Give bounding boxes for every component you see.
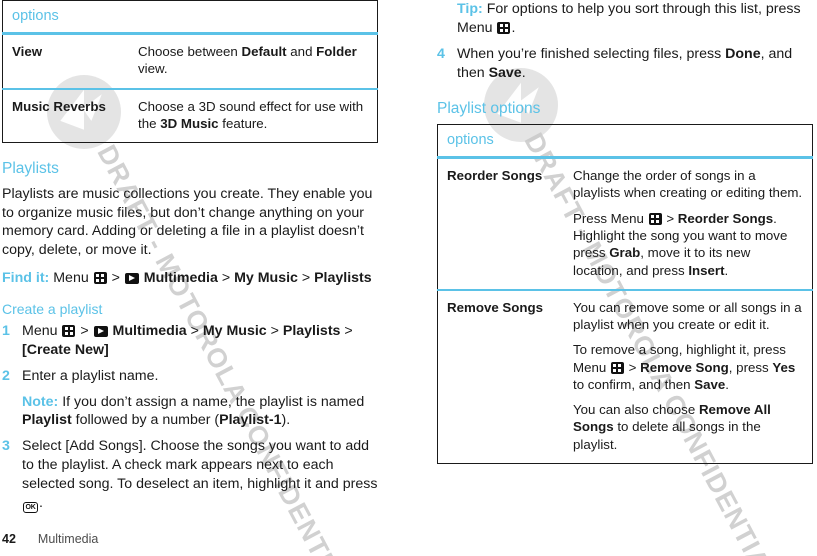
option-description: You can remove some or all songs in a pl… <box>564 288 813 464</box>
emphasis-text: Playlists <box>282 322 341 339</box>
emphasis-text: Multimedia <box>139 270 218 287</box>
option-description-paragraph: Choose between Default and Folder view. <box>138 44 357 77</box>
page-title: Playlists <box>2 160 59 178</box>
emphasis-text: Insert <box>688 262 725 278</box>
emphasis-text: Yes <box>772 359 796 375</box>
emphasis-text: Folder <box>316 44 357 59</box>
list-item: 4 When you’re finished selecting files, … <box>437 45 813 83</box>
table-row: Remove Songs You can remove some or all … <box>437 288 813 464</box>
emphasis-text: Remove All Songs <box>573 402 771 435</box>
emphasis-text: Multimedia <box>108 322 187 339</box>
option-description-paragraph: To remove a song, highlight it, press Me… <box>573 342 796 392</box>
step-note: Note: If you don’t assign a name, the pl… <box>22 393 365 429</box>
step-text: Menu > Multimedia > My Music > Playlists… <box>22 322 353 358</box>
multimedia-play-icon <box>93 325 108 337</box>
list-item: 2 Enter a playlist name. Note: If you do… <box>2 367 378 431</box>
table-row: View Choose between Default and Folder v… <box>3 34 378 89</box>
menu-key-icon <box>497 21 511 34</box>
tip-label: Tip: <box>457 1 483 17</box>
option-term: Remove Songs <box>437 288 564 464</box>
option-term: Reorder Songs <box>447 168 543 184</box>
emphasis-text: Save <box>694 376 726 392</box>
create-playlist-steps-continued: 4 When you’re finished selecting files, … <box>437 45 813 83</box>
step-number: 4 <box>437 45 445 62</box>
emphasis-text: 3D Music <box>160 115 219 131</box>
emphasis-text: My Music <box>234 270 298 287</box>
option-term: View <box>12 44 43 59</box>
option-description: Change the order of songs in a playlists… <box>564 158 813 290</box>
table-caption-row: options <box>2 0 378 35</box>
emphasis-text: Remove Song <box>640 359 729 375</box>
find-it-path: Find it: Menu > Multimedia > My Music > … <box>2 269 378 288</box>
table-caption: options <box>12 8 59 24</box>
emphasis-text: Playlist <box>22 412 72 429</box>
step-text: Select [Add Songs]. Choose the songs you… <box>22 438 378 513</box>
find-it-steps: Menu > Multimedia > My Music > Playlists <box>53 270 372 287</box>
find-it-label: Find it: <box>2 270 50 287</box>
multimedia-play-icon <box>124 273 139 285</box>
page-number: 42 <box>2 532 16 546</box>
option-description: Choose a 3D sound effect for use with th… <box>129 87 378 143</box>
option-description-paragraph: You can remove some or all songs in a pl… <box>573 299 802 333</box>
emphasis-text: Playlists <box>314 270 372 287</box>
step-text: Enter a playlist name. <box>22 367 159 384</box>
emphasis-text: Reorder Songs <box>677 210 774 226</box>
table-caption: options <box>447 132 494 149</box>
option-description-paragraph: Press Menu > Reorder Songs. Highlight th… <box>573 210 788 278</box>
music-options-table: options View Choose between Default and … <box>2 0 378 144</box>
option-description-paragraph: Change the order of songs in a playlists… <box>573 168 803 201</box>
tip-block: Tip: For options to help you sort throug… <box>457 0 813 38</box>
chapter-name: Multimedia <box>37 532 99 546</box>
menu-key-icon <box>648 212 662 225</box>
ok-key-icon: OK <box>23 501 38 513</box>
create-playlist-heading: Create a playlist <box>2 301 103 318</box>
step-number: 3 <box>2 438 10 455</box>
create-playlist-steps: 1 Menu > Multimedia > My Music > Playlis… <box>2 322 378 513</box>
table-row: Music Reverbs Choose a 3D sound effect f… <box>2 87 378 143</box>
page-footer: 42 Multimedia <box>2 532 98 546</box>
menu-key-icon <box>610 361 624 374</box>
list-item: 1 Menu > Multimedia > My Music > Playlis… <box>2 322 378 360</box>
playlist-options-heading: Playlist options <box>437 99 541 117</box>
emphasis-text: Playlist-1 <box>219 412 282 429</box>
step-number: 2 <box>2 367 10 384</box>
table-row: Reorder Songs Change the order of songs … <box>438 158 813 290</box>
step-text: When you’re finished selecting files, pr… <box>457 45 793 81</box>
option-description-paragraph: Choose a 3D sound effect for use with th… <box>138 98 364 131</box>
playlist-options-table: options Reorder Songs Change the order o… <box>437 124 813 465</box>
option-description-paragraph: You can also choose Remove All Songs to … <box>573 402 771 452</box>
menu-key-icon <box>62 324 76 337</box>
emphasis-text: [Create New] <box>22 341 109 358</box>
list-item: 3 Select [Add Songs]. Choose the songs y… <box>2 437 378 513</box>
note-label: Note: <box>22 393 59 410</box>
table-caption-row: options <box>437 124 813 160</box>
playlists-intro-paragraph: Playlists are music collections you crea… <box>2 185 373 259</box>
emphasis-text: My Music <box>202 322 267 339</box>
option-description: Choose between Default and Folder view. <box>129 34 378 89</box>
right-column: Tip: For options to help you sort throug… <box>437 0 813 465</box>
tip-text: For options to help you sort through thi… <box>457 1 801 36</box>
left-column: options View Choose between Default and … <box>2 0 378 520</box>
option-term: Music Reverbs <box>2 87 129 143</box>
emphasis-text: Default <box>241 44 287 59</box>
step-number: 1 <box>2 322 10 339</box>
emphasis-text: Grab <box>609 245 641 261</box>
emphasis-text: Done <box>725 45 761 62</box>
menu-key-icon <box>93 272 107 285</box>
emphasis-text: Save <box>488 64 522 81</box>
